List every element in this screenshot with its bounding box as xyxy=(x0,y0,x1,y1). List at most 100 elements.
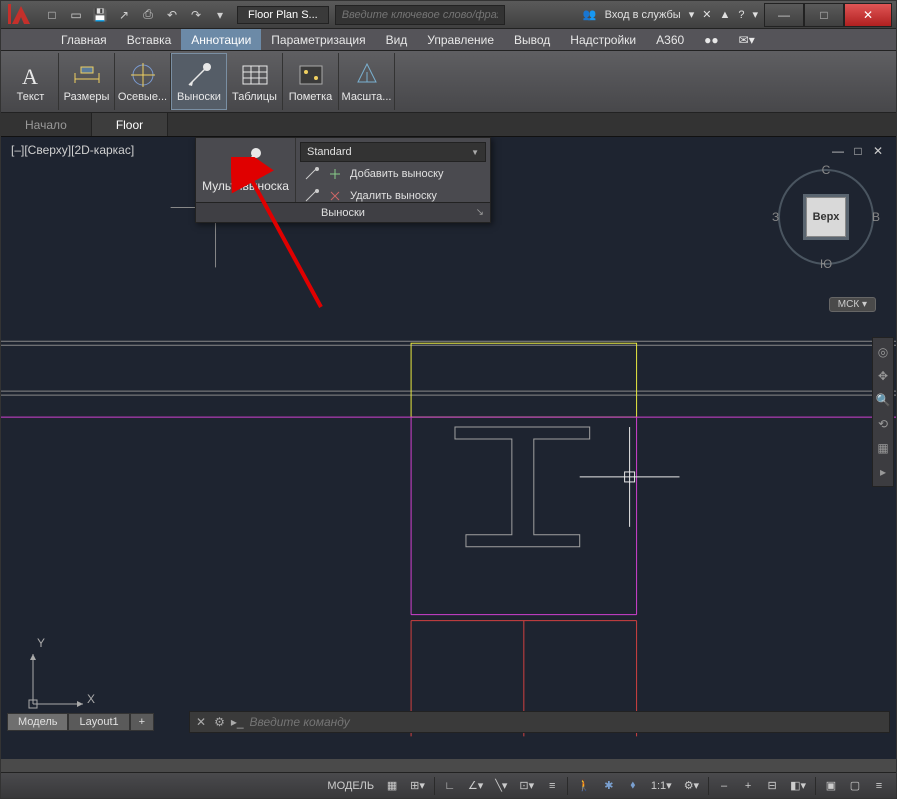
qat-save-icon[interactable]: 💾 xyxy=(89,4,111,26)
command-line[interactable]: ✕ ⚙ ▸_ xyxy=(189,711,890,733)
app-logo[interactable] xyxy=(5,3,37,27)
status-bar: МОДЕЛЬ ▦ ⊞▾ ∟ ∠▾ ╲▾ ⊡▾ ≡ 🚶 ✱ ⬧ 1:1▾ ⚙▾ –… xyxy=(1,772,896,798)
nav-pan-icon[interactable]: ✥ xyxy=(873,366,893,386)
customize-icon[interactable]: ≡ xyxy=(868,776,890,796)
qat-new-icon[interactable]: □ xyxy=(41,4,63,26)
workspace-switch-icon[interactable]: ⚙▾ xyxy=(679,776,704,796)
ucs-x-label: X xyxy=(87,692,95,706)
isolate-icon[interactable]: ◧▾ xyxy=(785,776,811,796)
centerline-icon xyxy=(129,61,157,89)
ann-visibility-icon[interactable]: ✱ xyxy=(598,776,620,796)
multileader-button[interactable]: Мультивыноска xyxy=(196,138,296,202)
leaders-dropdown-panel: Мультивыноска Standard Добавить выноску … xyxy=(195,137,491,223)
menu-a360[interactable]: A360 xyxy=(646,29,694,50)
zoom-in-button[interactable]: + xyxy=(737,776,759,796)
window-controls: — □ ✕ xyxy=(764,3,892,27)
signin-icon[interactable]: 👥 xyxy=(583,8,597,21)
menu-addins[interactable]: Надстройки xyxy=(560,29,646,50)
minimize-button[interactable]: — xyxy=(764,3,804,27)
menu-annotations[interactable]: Аннотации xyxy=(181,29,261,50)
ui-lock-icon[interactable]: ⊟ xyxy=(761,776,783,796)
leader-icon xyxy=(185,61,213,89)
plus-icon xyxy=(328,167,342,181)
scale-value[interactable]: 1:1▾ xyxy=(646,776,677,796)
menu-manage[interactable]: Управление xyxy=(417,29,504,50)
add-layout-tab[interactable]: + xyxy=(130,713,154,731)
file-tab-active[interactable]: Floor xyxy=(92,113,168,136)
exchange-icon[interactable]: ✕ xyxy=(702,8,711,21)
title-search[interactable] xyxy=(335,5,505,25)
model-tab[interactable]: Модель xyxy=(7,713,68,731)
grid-toggle-icon[interactable]: ▦ xyxy=(381,776,403,796)
qat-undo-icon[interactable]: ↶ xyxy=(161,4,183,26)
ortho-toggle-icon[interactable]: ∟ xyxy=(439,776,461,796)
qat-redo-icon[interactable]: ↷ xyxy=(185,4,207,26)
modelspace-toggle[interactable]: МОДЕЛЬ xyxy=(322,776,379,796)
ribbon-leaders-button[interactable]: Выноски xyxy=(171,53,227,110)
menu-output[interactable]: Вывод xyxy=(504,29,560,50)
isodraft-icon[interactable]: ╲▾ xyxy=(490,776,512,796)
snap-toggle-icon[interactable]: ⊞▾ xyxy=(405,776,430,796)
maximize-button[interactable]: □ xyxy=(804,3,844,27)
nav-zoom-icon[interactable]: 🔍 xyxy=(873,390,893,410)
close-button[interactable]: ✕ xyxy=(844,3,892,27)
nav-showmotion-icon[interactable]: ▦ xyxy=(873,438,893,458)
ribbon: A Текст Размеры Осевые... Выноски Таблиц… xyxy=(1,51,896,113)
text-icon: A xyxy=(17,61,45,89)
start-tab[interactable]: Начало xyxy=(1,113,92,136)
menu-bullets-icon[interactable]: ●● xyxy=(694,29,729,50)
modelspace-label: МОДЕЛЬ xyxy=(327,780,374,792)
qat-open-icon[interactable]: ▭ xyxy=(65,4,87,26)
menu-mail-icon[interactable]: ✉▾ xyxy=(729,29,765,50)
menu-parametric[interactable]: Параметризация xyxy=(261,29,375,50)
help-dropdown-icon[interactable]: ▾ xyxy=(752,8,758,21)
ribbon-dimensions-label: Размеры xyxy=(64,91,110,103)
commandline-close-icon[interactable]: ✕ xyxy=(196,715,206,729)
signin-dropdown-icon[interactable]: ▾ xyxy=(689,8,695,21)
menu-home[interactable]: Главная xyxy=(51,29,117,50)
nav-wheel-icon[interactable]: ◎ xyxy=(873,342,893,362)
ribbon-dimensions-button[interactable]: Размеры xyxy=(59,53,115,110)
ucs-icon[interactable]: X Y xyxy=(21,636,101,719)
ribbon-scale-button[interactable]: Масшта... xyxy=(339,53,395,110)
commandline-config-icon[interactable]: ⚙ xyxy=(214,715,225,729)
ribbon-centerlines-button[interactable]: Осевые... xyxy=(115,53,171,110)
search-input[interactable] xyxy=(335,5,505,25)
menu-view[interactable]: Вид xyxy=(376,29,418,50)
ribbon-markup-button[interactable]: Пометка xyxy=(283,53,339,110)
zoom-out-button[interactable]: – xyxy=(713,776,735,796)
ribbon-tables-button[interactable]: Таблицы xyxy=(227,53,283,110)
hardware-accel-icon[interactable]: ▣ xyxy=(820,776,842,796)
menu-insert[interactable]: Вставка xyxy=(117,29,182,50)
lineweight-toggle-icon[interactable]: ≡ xyxy=(541,776,563,796)
ann-autoscale-icon[interactable]: ⬧ xyxy=(622,776,644,796)
ribbon-tables-label: Таблицы xyxy=(232,91,277,103)
polar-toggle-icon[interactable]: ∠▾ xyxy=(463,776,488,796)
command-input[interactable] xyxy=(250,715,883,729)
annotation-scale-icon[interactable]: 🚶 xyxy=(572,776,596,796)
add-leader-label: Добавить выноску xyxy=(350,168,444,180)
markup-icon xyxy=(297,61,325,89)
remove-leader-label: Удалить выноску xyxy=(350,190,437,202)
drawing-canvas[interactable] xyxy=(1,137,896,759)
nav-more-icon[interactable]: ▸ xyxy=(873,462,893,482)
ribbon-text-button[interactable]: A Текст xyxy=(3,53,59,110)
leader-style-dropdown[interactable]: Standard xyxy=(300,142,486,162)
ribbon-scale-label: Масшта... xyxy=(342,91,392,103)
nav-orbit-icon[interactable]: ⟲ xyxy=(873,414,893,434)
a360-icon[interactable]: ▲ xyxy=(719,9,730,21)
layout1-tab[interactable]: Layout1 xyxy=(68,713,129,731)
osnap-toggle-icon[interactable]: ⊡▾ xyxy=(514,776,539,796)
remove-leader-icon xyxy=(304,189,320,203)
signin-label[interactable]: Вход в службы xyxy=(605,9,681,21)
leaders-panel-title[interactable]: Выноски xyxy=(196,202,490,222)
clean-screen-icon[interactable]: ▢ xyxy=(844,776,866,796)
help-icon[interactable]: ? xyxy=(738,9,744,21)
qat-more-icon[interactable]: ▾ xyxy=(209,4,231,26)
qat-print-icon[interactable]: ⎙ xyxy=(137,4,159,26)
add-leader-button[interactable]: Добавить выноску xyxy=(300,164,486,184)
leader-style-value: Standard xyxy=(307,146,352,158)
qat-saveas-icon[interactable]: ↗ xyxy=(113,4,135,26)
drawing-area[interactable]: [–][Сверху][2D-каркас] — □ ✕ Верх С Ю В … xyxy=(1,137,896,759)
title-bar: □ ▭ 💾 ↗ ⎙ ↶ ↷ ▾ Floor Plan S... 👥 Вход в… xyxy=(1,1,896,29)
